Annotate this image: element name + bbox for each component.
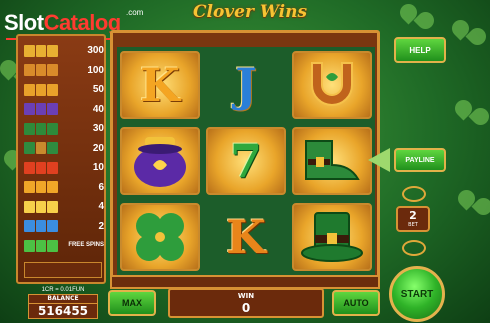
three-pot-symbol <box>24 103 59 115</box>
reel-symbol-letter: K <box>140 58 180 112</box>
reel-3 <box>289 47 375 275</box>
bet-value: 2 <box>409 209 417 222</box>
clover-symbol <box>120 203 200 271</box>
logo-word-slot: Slot <box>4 10 44 35</box>
pot-of-gold-symbol <box>120 127 200 195</box>
balance-label: BALANCE <box>28 294 98 303</box>
game-title: Clover Wins <box>192 2 308 22</box>
autoplay-button[interactable]: AUTO <box>332 290 380 316</box>
paytable-row: 50 <box>24 81 104 98</box>
reel-symbol-letter: K <box>226 210 266 264</box>
reel-symbol-letter: 7 <box>229 134 262 188</box>
balance-value: 516455 <box>28 303 98 319</box>
three-scatter-symbol <box>24 239 59 252</box>
paytable-value: 40 <box>92 103 104 115</box>
paytable-ornament <box>24 262 102 278</box>
leprechaun-shoe-symbol <box>292 127 372 195</box>
background-clover-icon <box>400 4 434 38</box>
paytable-value: 300 <box>87 45 104 56</box>
paytable-row: 30 <box>24 120 104 137</box>
paytable-row: 6 <box>24 179 104 196</box>
paytable-row: 40 <box>24 101 104 118</box>
paytable: 300 100 50 40 30 20 10 6 4 2 FREE SPINS <box>16 34 106 284</box>
reel-1: K <box>117 47 203 275</box>
reel-symbol-k: K <box>120 51 200 119</box>
paytable-row: 20 <box>24 140 104 157</box>
paytable-row: 4 <box>24 198 104 215</box>
background-clover-icon <box>452 20 486 54</box>
horseshoe-symbol <box>292 51 372 119</box>
three-a-symbol <box>24 161 59 174</box>
three-k-symbol <box>24 181 59 193</box>
paytable-value: 6 <box>98 181 104 193</box>
reel-symbol-7: 7 <box>206 127 286 195</box>
leprechaun-hat-symbol <box>292 203 372 271</box>
three-seven-symbol <box>24 83 59 96</box>
three-shoe-symbol <box>24 142 59 154</box>
background-clover-icon <box>458 190 490 224</box>
paytable-value: 4 <box>98 201 104 212</box>
bet-ornament-icon <box>402 240 426 256</box>
logo-text: SlotCatalog <box>4 10 121 36</box>
payline-arrow-icon <box>368 148 390 172</box>
reel-symbol-k: K <box>206 203 286 271</box>
start-button[interactable]: START <box>389 266 445 322</box>
paytable-value: 10 <box>92 162 104 173</box>
paytable-value: 2 <box>98 220 104 232</box>
logo-suffix: .com <box>126 8 144 17</box>
help-button[interactable]: HELP <box>394 37 446 63</box>
bottom-bar: 1CR = 0.01FUN BALANCE 516455 MAX WIN 0 A… <box>16 286 380 320</box>
paytable-row: FREE SPINS <box>24 237 104 254</box>
paytable-value: 100 <box>87 64 104 76</box>
three-q-symbol <box>24 200 59 213</box>
bet-ornament-icon <box>402 186 426 202</box>
win-display: WIN 0 <box>168 288 324 318</box>
credit-value-text: 1CR = 0.01FUN <box>41 287 85 293</box>
win-value: 0 <box>241 301 251 315</box>
reel-symbol-j: J <box>206 51 286 119</box>
bet-label: BET <box>408 222 418 228</box>
reel-symbol-letter: J <box>235 58 257 112</box>
bet-display[interactable]: 2 BET <box>396 206 430 232</box>
reel-2: J 7 K <box>203 47 289 275</box>
three-horseshoe-symbol <box>24 64 59 76</box>
reels-frame: KJ7K <box>110 30 380 289</box>
payline-button[interactable]: PAYLINE <box>394 148 446 172</box>
balance-panel: 1CR = 0.01FUN BALANCE 516455 <box>16 286 110 320</box>
paytable-row: 300 <box>24 42 104 59</box>
three-j-symbol <box>24 220 59 232</box>
paytable-value: 20 <box>92 142 104 154</box>
paytable-row: 2 <box>24 218 104 235</box>
paytable-row: 100 <box>24 62 104 79</box>
max-bet-button[interactable]: MAX <box>108 290 156 316</box>
three-clover-symbol <box>24 44 59 57</box>
win-label: WIN <box>237 292 255 300</box>
paytable-row: 10 <box>24 159 104 176</box>
paytable-value: FREE SPINS <box>68 242 104 248</box>
background-clover-icon <box>455 100 489 134</box>
three-leprechaun-hat-symbol <box>24 122 59 135</box>
paytable-value: 30 <box>92 123 104 134</box>
paytable-value: 50 <box>92 84 104 95</box>
